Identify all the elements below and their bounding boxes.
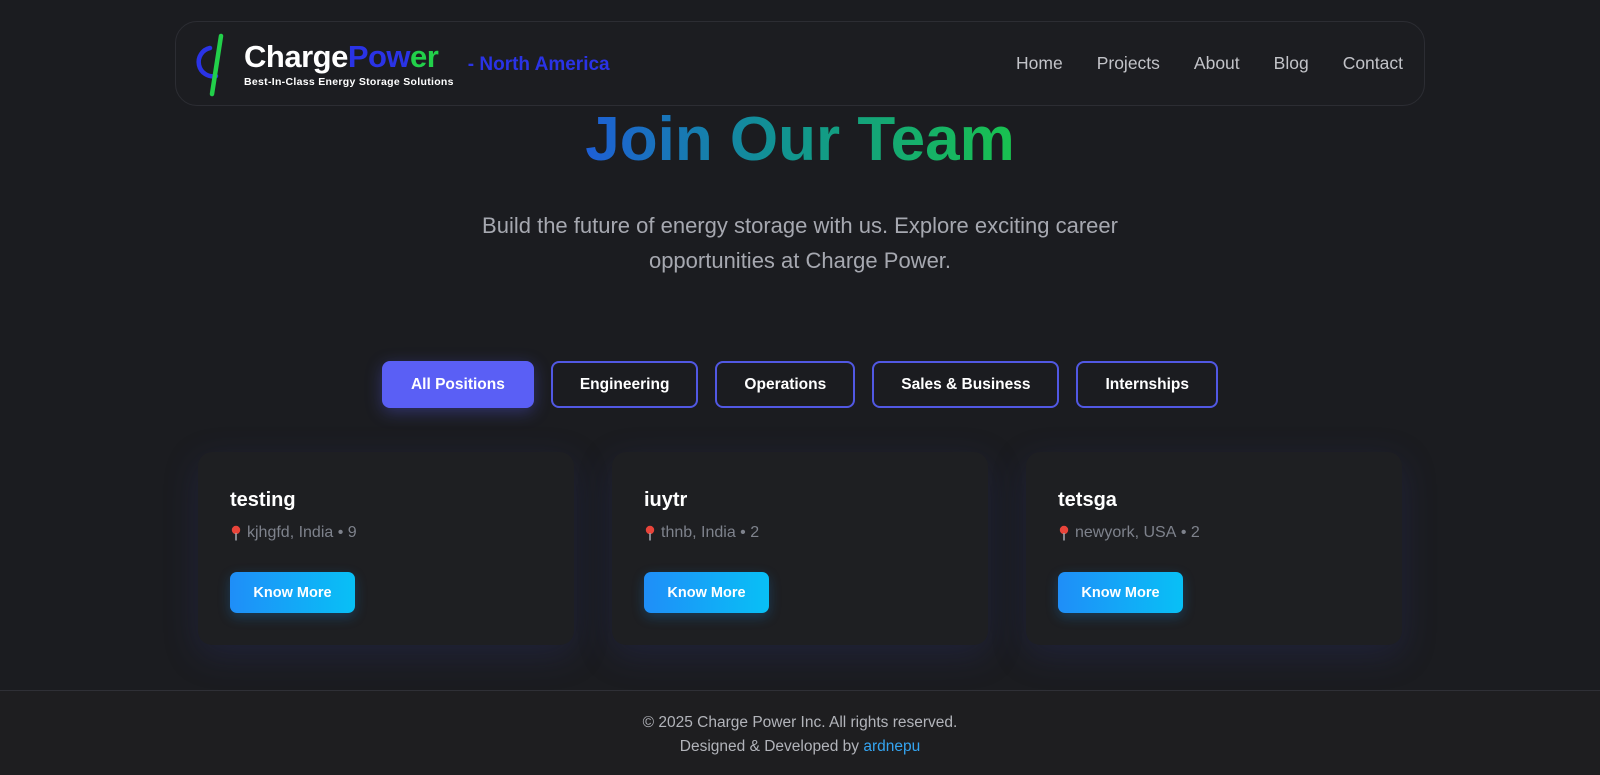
job-title: testing [230,489,296,511]
site-footer: © 2025 Charge Power Inc. All rights rese… [0,690,1600,775]
main-nav: Home Projects About Blog Contact [1016,53,1403,74]
power-symbol-logo-icon [196,33,224,96]
brand-text: ChargePower Best-In-Class Energy Storage… [244,38,454,88]
know-more-button[interactable]: Know More [644,572,769,613]
credit-link[interactable]: ardnepu [863,738,920,755]
brand-name: ChargePower [244,38,454,74]
nav-about[interactable]: About [1194,53,1240,74]
job-meta: kjhgfd, India • 9 [230,524,542,542]
job-listings: testing kjhgfd, India • 9 Know More iuyt… [198,452,1402,645]
map-pin-icon [645,525,655,541]
job-count: 2 [750,524,760,541]
meta-separator: • [333,524,348,541]
credit-prefix: Designed & Developed by [679,738,864,755]
job-card: tetsga newyork, USA • 2 Know More [1026,452,1402,645]
page-title-text: Join Our Team [585,105,1015,174]
job-count: 9 [347,524,357,541]
nav-home[interactable]: Home [1016,53,1063,74]
job-title: tetsga [1058,489,1117,511]
know-more-button[interactable]: Know More [1058,572,1183,613]
filter-engineering[interactable]: Engineering [550,361,699,408]
know-more-button[interactable]: Know More [230,572,355,613]
job-location: newyork, USA [1075,524,1177,541]
brand-logo[interactable]: ChargePower Best-In-Class Energy Storage… [194,30,454,98]
job-meta: newyork, USA • 2 [1058,524,1370,542]
site-header: ChargePower Best-In-Class Energy Storage… [175,21,1425,106]
brand-name-charge: Charge [244,38,348,74]
meta-separator: • [735,524,751,541]
nav-contact[interactable]: Contact [1343,53,1403,74]
job-count: 2 [1190,524,1200,541]
map-pin-icon [231,525,241,541]
job-title: iuytr [644,489,688,511]
filter-all-positions[interactable]: All Positions [381,361,534,408]
nav-blog[interactable]: Blog [1274,53,1309,74]
region-label: - North America [467,53,610,75]
job-card: testing kjhgfd, India • 9 Know More [198,452,574,645]
job-meta: thnb, India • 2 [644,524,956,542]
job-card: iuytr thnb, India • 2 Know More [612,452,988,645]
job-location: kjhgfd, India [247,524,334,541]
brand-name-pow: Pow [347,38,411,74]
brand-tagline: Best-In-Class Energy Storage Solutions [244,75,454,88]
nav-projects[interactable]: Projects [1097,53,1160,74]
meta-separator: • [1176,524,1191,541]
copyright-text: © 2025 Charge Power Inc. All rights rese… [642,714,958,731]
page-subtitle: Build the future of energy storage with … [482,213,1118,273]
position-filters: All Positions Engineering Operations Sal… [0,361,1600,408]
filter-sales-business[interactable]: Sales & Business [872,361,1060,408]
page-title: Join Our Team [0,104,1600,176]
credit-line: Designed & Developed by ardnepu [0,737,1600,757]
map-pin-icon [1059,525,1069,541]
filter-operations[interactable]: Operations [715,361,856,408]
brand-name-er: er [410,38,439,74]
filter-internships[interactable]: Internships [1076,361,1219,408]
job-location: thnb, India [661,524,736,541]
careers-page: ChargePower Best-In-Class Energy Storage… [0,0,1600,775]
